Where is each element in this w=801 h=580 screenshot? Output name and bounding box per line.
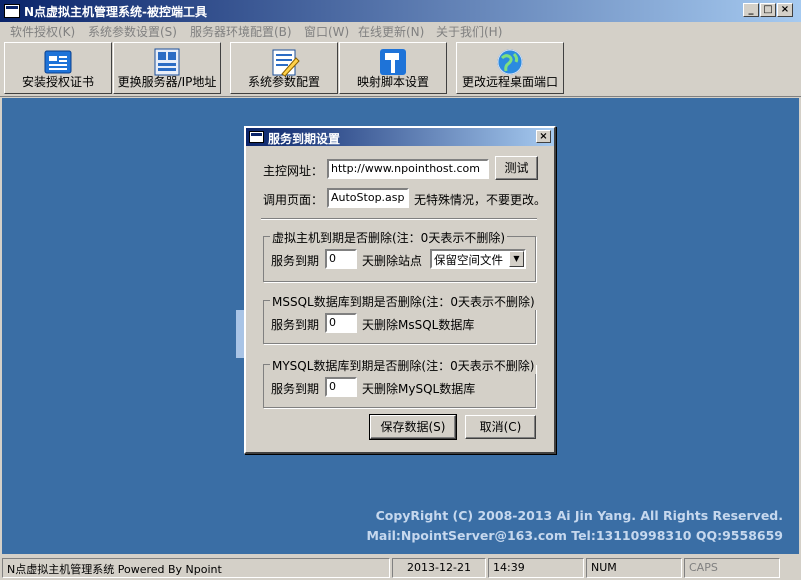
mysql-expiry-legend: MYSQL数据库到期是否删除(注：0天表示不删除) xyxy=(270,357,537,374)
service-expiry-dialog: 服务到期设置 × 主控网址： http://www.npointhost.com… xyxy=(244,126,556,454)
dialog-title: 服务到期设置 xyxy=(268,132,341,146)
test-button[interactable]: 测试 xyxy=(495,156,538,180)
mssql-expiry-prefix: 服务到期 xyxy=(271,318,320,332)
save-button[interactable]: 保存数据(S) xyxy=(369,414,457,440)
page-input[interactable]: AutoStop.asp xyxy=(327,188,409,208)
host-expiry-legend: 虚拟主机到期是否删除(注：0天表示不删除) xyxy=(270,229,507,246)
menu-about[interactable]: 关于我们(H) xyxy=(436,23,502,40)
status-app-name: N点虚拟主机管理系统 Powered By Npoint xyxy=(2,558,390,578)
main-url-label: 主控网址： xyxy=(263,164,324,178)
page-hint: 无特殊情况，不要更改。 xyxy=(414,193,547,207)
status-date: 2013-12-21 xyxy=(392,558,486,578)
window-title-bar[interactable]: N点虚拟主机管理系统-被控端工具 _ □ × xyxy=(0,0,801,22)
dialog-title-bar[interactable]: 服务到期设置 × xyxy=(246,128,554,146)
change-server-ip-button[interactable]: 更换服务器/IP地址 xyxy=(113,42,221,94)
chevron-down-icon[interactable]: ▼ xyxy=(509,251,524,267)
mapping-script-button[interactable]: 映射脚本设置 xyxy=(339,42,447,94)
cancel-button[interactable]: 取消(C) xyxy=(465,415,536,439)
mysql-expiry-prefix: 服务到期 xyxy=(271,382,320,396)
dialog-window-icon xyxy=(249,131,264,143)
host-expiry-prefix: 服务到期 xyxy=(271,254,320,268)
mysql-expiry-group: MYSQL数据库到期是否删除(注：0天表示不删除) 服务到期 0 天删除MySQ… xyxy=(263,357,537,408)
install-certificate-label: 安装授权证书 xyxy=(21,75,94,89)
mssql-expiry-days-input[interactable]: 0 xyxy=(325,313,357,333)
mapping-script-label: 映射脚本设置 xyxy=(356,75,429,89)
main-url-input[interactable]: http://www.npointhost.com xyxy=(327,159,489,179)
toolbar: 安装授权证书 更换服务器/IP地址 系统参数配置 映射脚本设置 更改远程桌面端口 xyxy=(0,40,801,97)
system-parameters-button[interactable]: 系统参数配置 xyxy=(230,42,338,94)
menu-window[interactable]: 窗口(W) xyxy=(304,23,349,40)
dialog-separator xyxy=(261,218,537,220)
menu-online-update[interactable]: 在线更新(N) xyxy=(358,23,424,40)
mssql-expiry-group: MSSQL数据库到期是否删除(注：0天表示不删除) 服务到期 0 天删除MsSQ… xyxy=(263,293,537,344)
host-expiry-option-value: 保留空间文件 xyxy=(434,253,503,267)
mssql-expiry-suffix: 天删除MsSQL数据库 xyxy=(362,318,475,332)
maximize-button[interactable]: □ xyxy=(760,3,776,17)
host-expiry-group: 虚拟主机到期是否删除(注：0天表示不删除) 服务到期 0 天删除站点 保留空间文… xyxy=(263,229,536,282)
status-bar: N点虚拟主机管理系统 Powered By Npoint 2013-12-21 … xyxy=(0,556,801,580)
minimize-button[interactable]: _ xyxy=(743,3,759,17)
menu-bar: 软件授权(K) 系统参数设置(S) 服务器环境配置(B) 窗口(W) 在线更新(… xyxy=(0,22,801,40)
window-title: N点虚拟主机管理系统-被控端工具 xyxy=(24,5,208,19)
host-expiry-option-select[interactable]: 保留空间文件 ▼ xyxy=(430,249,526,269)
menu-license[interactable]: 软件授权(K) xyxy=(10,23,75,40)
menu-server-environment[interactable]: 服务器环境配置(B) xyxy=(190,23,292,40)
app-window-icon xyxy=(4,4,20,18)
system-parameters-label: 系统参数配置 xyxy=(247,75,320,89)
mysql-expiry-days-input[interactable]: 0 xyxy=(325,377,357,397)
mysql-expiry-suffix: 天删除MySQL数据库 xyxy=(362,382,476,396)
host-expiry-suffix: 天删除站点 xyxy=(362,254,423,268)
status-num-lock: NUM xyxy=(586,558,682,578)
menu-system-settings[interactable]: 系统参数设置(S) xyxy=(88,23,177,40)
dialog-close-button[interactable]: × xyxy=(536,130,551,143)
copyright-text: CopyRight (C) 2008-2013 Ai Jin Yang. All… xyxy=(375,508,783,523)
page-label: 调用页面： xyxy=(263,193,324,207)
host-expiry-days-input[interactable]: 0 xyxy=(325,249,357,269)
change-server-ip-label: 更换服务器/IP地址 xyxy=(117,75,217,89)
status-caps-lock: CAPS xyxy=(684,558,780,578)
mssql-expiry-legend: MSSQL数据库到期是否删除(注：0天表示不删除) xyxy=(270,293,537,310)
status-time: 14:39 xyxy=(488,558,584,578)
remote-desktop-port-label: 更改远程桌面端口 xyxy=(461,75,558,89)
close-button[interactable]: × xyxy=(777,3,793,17)
remote-desktop-port-button[interactable]: 更改远程桌面端口 xyxy=(456,42,564,94)
install-certificate-button[interactable]: 安装授权证书 xyxy=(4,42,112,94)
contact-text: Mail:NpointServer@163.com Tel:1311099831… xyxy=(366,528,783,543)
